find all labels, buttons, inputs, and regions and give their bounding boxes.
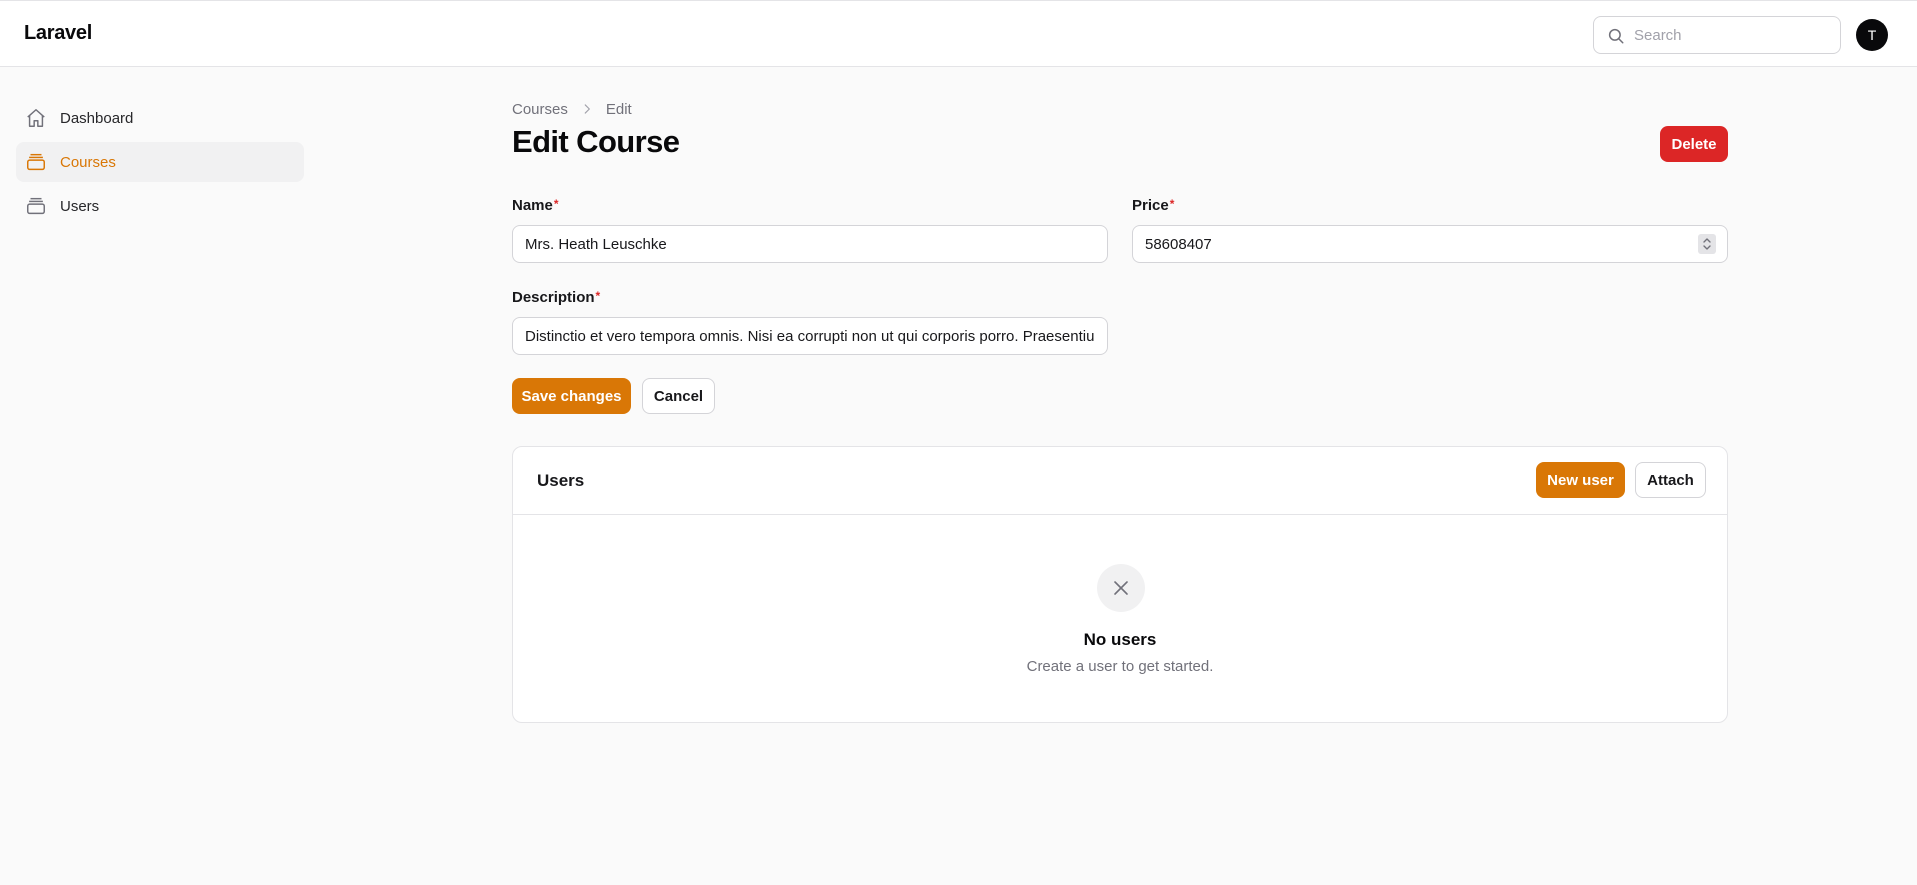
new-user-button[interactable]: New user — [1536, 462, 1625, 498]
users-panel-header: Users New user Attach — [513, 447, 1727, 515]
save-changes-button[interactable]: Save changes — [512, 378, 631, 414]
sidebar-item-users[interactable]: Users — [16, 186, 304, 226]
required-marker: * — [553, 197, 559, 211]
price-field[interactable] — [1132, 225, 1728, 263]
description-field[interactable] — [512, 317, 1108, 355]
name-label: Name* — [512, 197, 559, 214]
brand-logo[interactable]: Laravel — [24, 22, 92, 45]
chevron-right-icon — [584, 104, 590, 114]
attach-button[interactable]: Attach — [1635, 462, 1706, 498]
empty-state-title: No users — [1083, 630, 1157, 649]
price-stepper[interactable] — [1698, 234, 1716, 254]
price-label: Price* — [1132, 197, 1175, 214]
required-marker: * — [595, 289, 601, 303]
name-field[interactable] — [512, 225, 1108, 263]
sidebar-item-label: Dashboard — [60, 109, 134, 127]
page-title: Edit Course — [512, 124, 680, 159]
sidebar-item-dashboard[interactable]: Dashboard — [16, 98, 304, 138]
users-panel: Users New user Attach No users Create a … — [512, 446, 1728, 723]
description-label: Description* — [512, 289, 601, 306]
search-icon — [1608, 28, 1624, 44]
breadcrumb-courses-link[interactable]: Courses — [512, 101, 568, 118]
search-box[interactable] — [1593, 16, 1841, 54]
home-icon — [27, 109, 45, 127]
box-icon — [27, 197, 45, 215]
sidebar-item-label: Courses — [60, 153, 116, 171]
box-icon — [27, 153, 45, 171]
empty-state-icon-wrap — [1097, 564, 1145, 612]
stepper-arrows-icon — [1703, 238, 1711, 250]
top-bar: Laravel T — [0, 0, 1917, 67]
avatar[interactable]: T — [1856, 19, 1888, 51]
breadcrumb-current: Edit — [605, 100, 632, 118]
close-icon — [1114, 581, 1128, 595]
sidebar-item-label: Users — [60, 197, 100, 215]
breadcrumb: Courses Edit — [512, 99, 632, 119]
cancel-button[interactable]: Cancel — [642, 378, 715, 414]
required-marker: * — [1169, 197, 1175, 211]
delete-button[interactable]: Delete — [1660, 126, 1728, 162]
users-panel-title: Users — [537, 471, 585, 490]
sidebar-item-courses[interactable]: Courses — [16, 142, 304, 182]
search-input[interactable] — [1634, 24, 1829, 46]
empty-state-subtitle: Create a user to get started. — [1026, 658, 1214, 675]
